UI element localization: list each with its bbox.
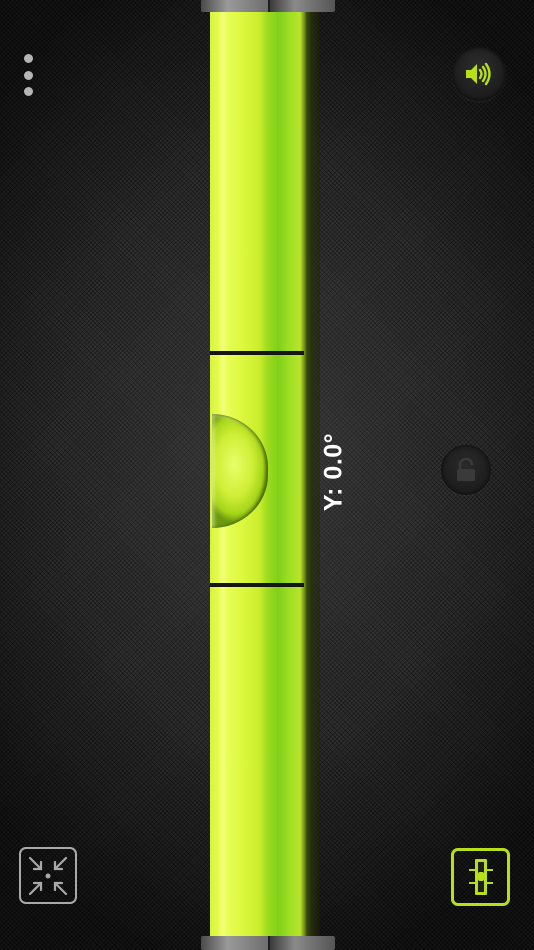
menu-dot: [23, 70, 33, 80]
angle-readout: Y: 0.0°: [319, 432, 348, 512]
level-marker-line-lower: [210, 583, 304, 587]
speaker-icon: [466, 62, 491, 86]
lock-button[interactable]: [441, 445, 491, 495]
level-mode-icon: [468, 859, 493, 895]
unlocked-padlock-icon: [457, 458, 475, 481]
overflow-menu-button[interactable]: [14, 52, 42, 98]
sound-toggle-button[interactable]: [452, 47, 506, 101]
tube-bottom-cap: [201, 936, 335, 950]
compress-arrows-icon: [28, 856, 68, 895]
calibrate-button[interactable]: [19, 847, 77, 904]
level-screen: Y: 0.0°: [0, 0, 534, 950]
menu-dot: [23, 54, 33, 63]
menu-dot: [23, 87, 33, 96]
level-mode-button[interactable]: [451, 848, 510, 906]
level-marker-line-upper: [210, 351, 304, 355]
tube-top-cap: [201, 0, 335, 12]
